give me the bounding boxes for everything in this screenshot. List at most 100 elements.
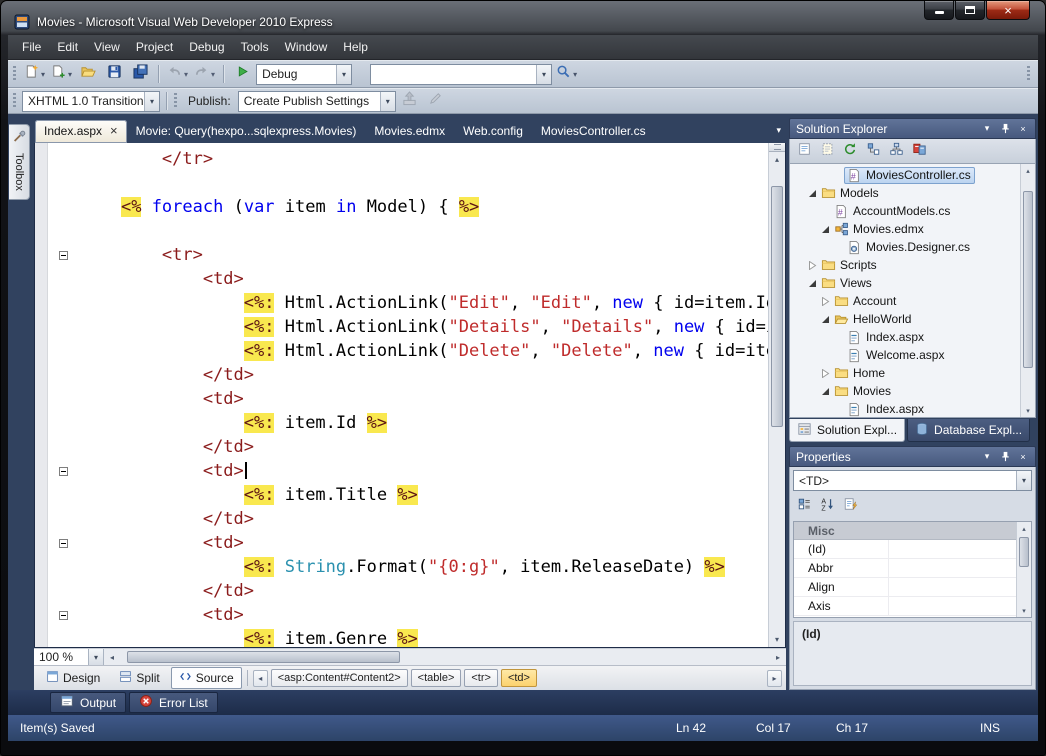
split-view-button[interactable]: Split	[111, 667, 167, 689]
add-new-item-button[interactable]: ▾	[49, 63, 74, 85]
solution-explorer-header[interactable]: Solution Explorer ▾ ×	[789, 118, 1036, 139]
minimize-button[interactable]	[924, 1, 954, 20]
scroll-down-icon[interactable]: ▾	[1021, 404, 1035, 417]
expand-arrow-icon[interactable]	[820, 297, 831, 306]
chevron-down-icon[interactable]: ▾	[536, 65, 551, 84]
toolbar-grip[interactable]	[174, 93, 177, 109]
collapse-arrow-icon[interactable]	[820, 225, 831, 234]
scrollbar-thumb[interactable]	[1019, 537, 1029, 567]
tree-scrollbar[interactable]: ▴ ▾	[1020, 164, 1035, 417]
tree-item-scripts[interactable]: Scripts	[790, 256, 1020, 274]
tag-nav-forward-icon[interactable]: ▸	[767, 670, 782, 687]
tree-item-models[interactable]: Models	[790, 184, 1020, 202]
save-all-button[interactable]	[128, 63, 152, 85]
property-row-id[interactable]: (Id)	[794, 540, 1016, 559]
menu-edit[interactable]: Edit	[49, 36, 86, 58]
tab-moviescontroller-cs[interactable]: MoviesController.cs	[532, 120, 655, 143]
view-class-diagram-button[interactable]	[887, 142, 905, 160]
scroll-up-icon[interactable]: ▴	[769, 152, 785, 167]
toolbar-grip[interactable]	[13, 66, 16, 82]
collapse-arrow-icon[interactable]	[820, 387, 831, 396]
menu-help[interactable]: Help	[335, 36, 376, 58]
source-view-button[interactable]: Source	[171, 667, 242, 689]
pin-icon[interactable]	[999, 451, 1011, 462]
categorized-button[interactable]	[795, 497, 813, 515]
maximize-button[interactable]	[955, 1, 985, 20]
nest-related-files-button[interactable]	[864, 142, 882, 160]
splitter-grip[interactable]	[769, 143, 785, 152]
copy-web-site-button[interactable]	[910, 142, 928, 160]
undo-button[interactable]: ▾	[165, 63, 190, 85]
scrollbar-track[interactable]	[120, 649, 770, 665]
property-row-axis[interactable]: Axis	[794, 597, 1016, 616]
scroll-down-icon[interactable]: ▾	[1017, 604, 1031, 617]
chevron-down-icon[interactable]: ▾	[88, 649, 103, 665]
grid-scrollbar[interactable]: ▴ ▾	[1016, 522, 1031, 617]
close-button[interactable]: ×	[986, 1, 1030, 20]
fold-collapse-icon[interactable]	[59, 467, 68, 476]
chevron-down-icon[interactable]: ▾	[336, 65, 351, 84]
tab-web-config[interactable]: Web.config	[454, 120, 532, 143]
property-pages-button[interactable]	[841, 497, 859, 515]
save-button[interactable]	[102, 63, 126, 85]
menu-tools[interactable]: Tools	[233, 36, 277, 58]
start-debugging-button[interactable]	[230, 63, 254, 85]
expand-arrow-icon[interactable]	[807, 261, 818, 270]
collapse-arrow-icon[interactable]	[820, 315, 831, 324]
design-view-button[interactable]: Design	[38, 667, 108, 689]
collapse-arrow-icon[interactable]	[807, 189, 818, 198]
new-web-site-button[interactable]: ▾	[22, 63, 47, 85]
chevron-down-icon[interactable]: ▾	[981, 123, 993, 134]
tree-item-home[interactable]: Home	[790, 364, 1020, 382]
code-area[interactable]: </tr> <% foreach (var item in Model) { %…	[80, 143, 768, 647]
scroll-up-icon[interactable]: ▴	[1021, 164, 1035, 177]
breadcrumb-tag-td[interactable]: <td>	[501, 669, 537, 687]
fold-collapse-icon[interactable]	[59, 611, 68, 620]
scrollbar-track[interactable]	[769, 167, 785, 632]
breadcrumb-tag-tr[interactable]: <tr>	[464, 669, 498, 687]
tree-item-index-aspx[interactable]: Index.aspx	[790, 400, 1020, 418]
tab-index-aspx[interactable]: Index.aspx×	[35, 120, 127, 143]
scroll-left-icon[interactable]: ◂	[104, 649, 120, 665]
publish-profile-combo[interactable]: Create Publish Settings ▾	[238, 91, 396, 112]
menu-debug[interactable]: Debug	[181, 36, 232, 58]
expand-arrow-icon[interactable]	[820, 369, 831, 378]
scrollbar-thumb[interactable]	[771, 186, 783, 428]
tab-movies-edmx[interactable]: Movies.edmx	[365, 120, 454, 143]
breadcrumb-tag-asp-content-content2[interactable]: <asp:Content#Content2>	[271, 669, 408, 687]
code-editor[interactable]: </tr> <% foreach (var item in Model) { %…	[34, 143, 786, 648]
tree-item-account[interactable]: Account	[790, 292, 1020, 310]
find-combo[interactable]: ▾	[370, 64, 552, 85]
scroll-up-icon[interactable]: ▴	[1017, 522, 1031, 535]
breadcrumb-tag-table[interactable]: <table>	[411, 669, 462, 687]
tab-list-chevron-icon[interactable]: ▾	[776, 125, 781, 136]
panel-tab-database-expl[interactable]: Database Expl...	[907, 419, 1030, 442]
tree-item-moviescontroller-cs[interactable]: #MoviesController.cs	[790, 166, 1020, 184]
tree-item-movies-edmx[interactable]: Movies.edmx	[790, 220, 1020, 238]
doctype-combo[interactable]: XHTML 1.0 Transition ▾	[22, 91, 160, 112]
tree-item-movies[interactable]: Movies	[790, 382, 1020, 400]
scrollbar-track[interactable]	[1021, 177, 1035, 404]
tab-movie-query-hexpo-sqlexpress-movies[interactable]: Movie: Query(hexpo...sqlexpress.Movies)	[127, 120, 366, 143]
collapse-arrow-icon[interactable]	[807, 279, 818, 288]
solution-configurations-combo[interactable]: Debug ▾	[256, 64, 352, 85]
properties-header[interactable]: Properties ▾ ×	[789, 446, 1036, 467]
tree-item-views[interactable]: Views	[790, 274, 1020, 292]
alphabetical-button[interactable]: AZ	[818, 497, 836, 515]
tree-item-accountmodels-cs[interactable]: #AccountModels.cs	[790, 202, 1020, 220]
scroll-down-icon[interactable]: ▾	[769, 632, 785, 647]
scrollbar-thumb[interactable]	[127, 651, 400, 663]
pin-icon[interactable]	[999, 123, 1011, 134]
fold-collapse-icon[interactable]	[59, 539, 68, 548]
property-row-abbr[interactable]: Abbr	[794, 559, 1016, 578]
toolbox-tab[interactable]: Toolbox	[9, 124, 30, 200]
menu-file[interactable]: File	[14, 36, 49, 58]
chevron-down-icon[interactable]: ▾	[380, 92, 395, 111]
publish-button[interactable]	[398, 90, 422, 112]
object-selector-combo[interactable]: <TD> ▾	[793, 470, 1032, 491]
open-file-button[interactable]	[76, 63, 100, 85]
menu-project[interactable]: Project	[128, 36, 181, 58]
bottom-tab-output[interactable]: Output	[50, 692, 126, 713]
tree-item-helloworld[interactable]: HelloWorld	[790, 310, 1020, 328]
vertical-scrollbar[interactable]: ▴ ▾	[768, 143, 785, 647]
